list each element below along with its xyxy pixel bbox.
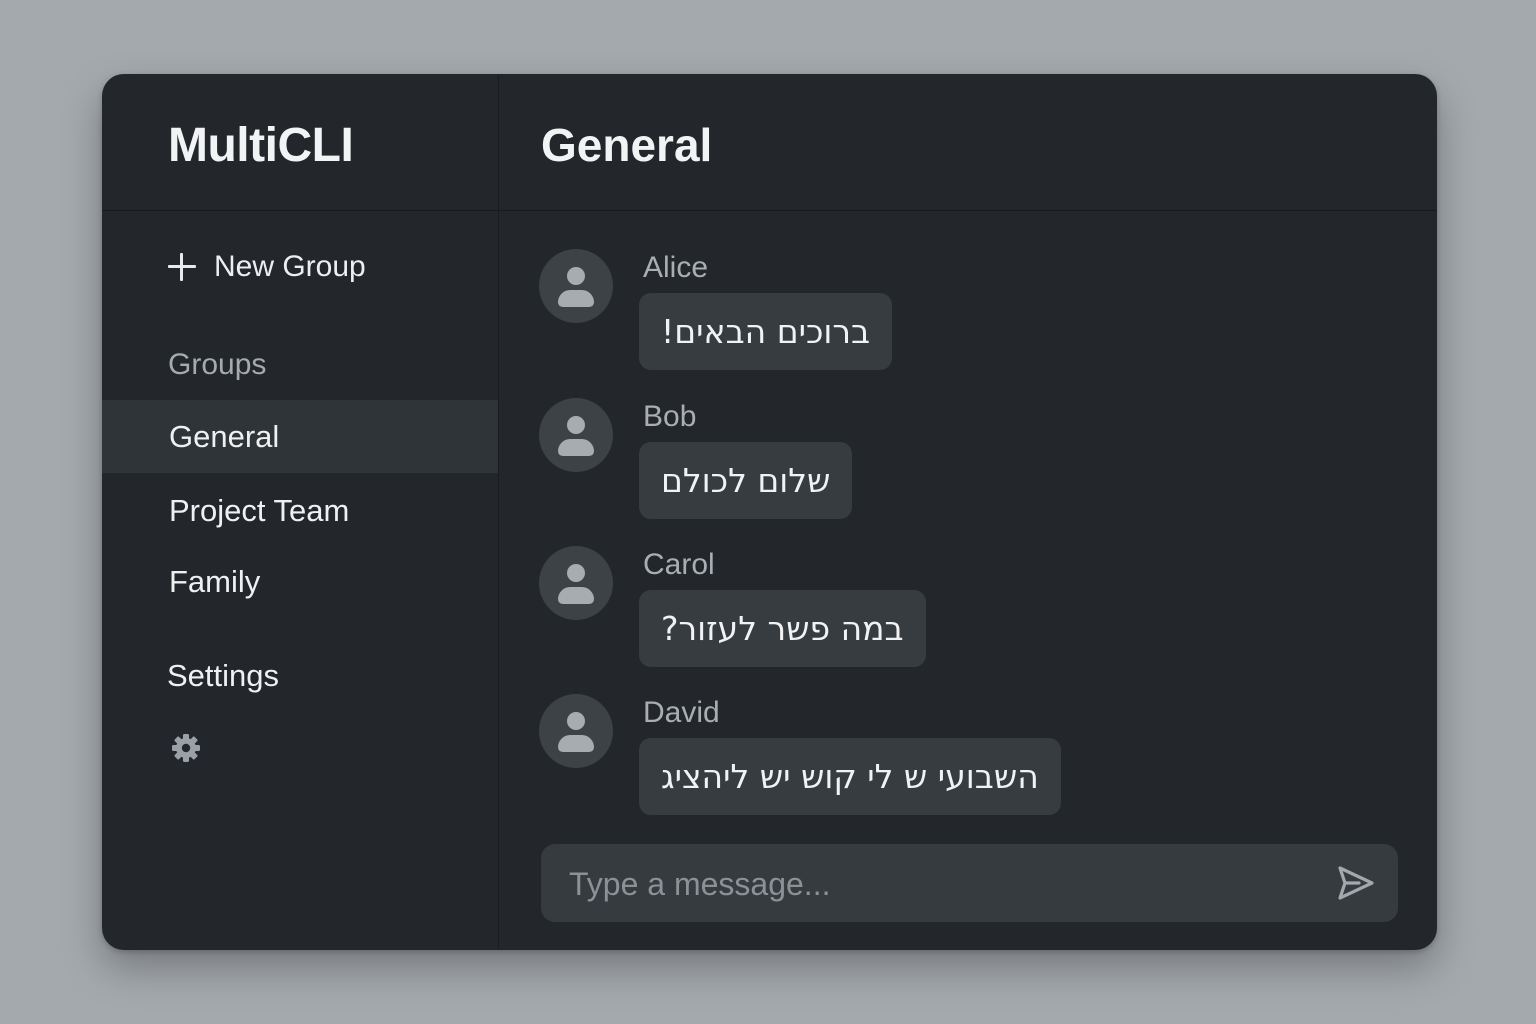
user-icon-body [558,735,594,752]
message-input[interactable] [567,844,1331,924]
message-bubble: ברוכים הבאים! [639,293,893,370]
message-sender: Carol [643,548,715,581]
message-bubble: השבועי ש לי קוש יש ליהציג [639,738,1061,815]
sidebar: MultiCLI New Group Groups General Projec… [102,74,499,950]
chat-header: General [499,74,1437,211]
user-icon-body [558,290,594,307]
app-title: MultiCLI [168,119,354,172]
sidebar-item-label: General [169,418,280,454]
message: Alice ברוכים הבאים! [539,249,1419,374]
message-bubble: שלום לכולם [639,442,853,519]
user-icon-body [558,439,594,456]
gear-icon[interactable] [170,732,202,764]
avatar [539,398,613,472]
sidebar-item-family[interactable]: Family [102,545,498,618]
app-window: MultiCLI New Group Groups General Projec… [102,74,1437,950]
user-icon-body [558,587,594,604]
chat-panel: General Alice ברוכים הבאים! Bob שלום לכו… [499,74,1437,950]
message: Bob שלום לכולם [539,398,1419,523]
new-group-label: New Group [214,250,366,283]
sidebar-item-project-team[interactable]: Project Team [102,474,498,547]
message-sender: Alice [643,251,709,284]
sidebar-item-general[interactable]: General [102,400,498,473]
chat-title: General [541,119,713,171]
sidebar-header: MultiCLI [102,74,498,211]
user-icon [567,267,585,285]
message-bubble: במה פשר לעזור? [639,590,926,667]
user-icon [567,564,585,582]
new-group-button[interactable]: New Group [166,250,366,284]
avatar [539,249,613,323]
message-sender: David [643,696,720,729]
message: David השבועי ש לי קוש יש ליהציג [539,694,1419,819]
message-composer [541,844,1398,924]
avatar [539,694,613,768]
message: Carol במה פשר לעזור? [539,546,1419,671]
message-sender: Bob [643,400,697,433]
groups-heading: Groups [168,348,267,381]
sidebar-item-label: Project Team [169,492,350,528]
send-icon[interactable] [1337,865,1375,901]
plus-icon [166,251,198,283]
avatar [539,546,613,620]
sidebar-item-label: Family [169,563,261,599]
user-icon [567,712,585,730]
user-icon [567,416,585,434]
settings-link[interactable]: Settings [167,658,279,694]
